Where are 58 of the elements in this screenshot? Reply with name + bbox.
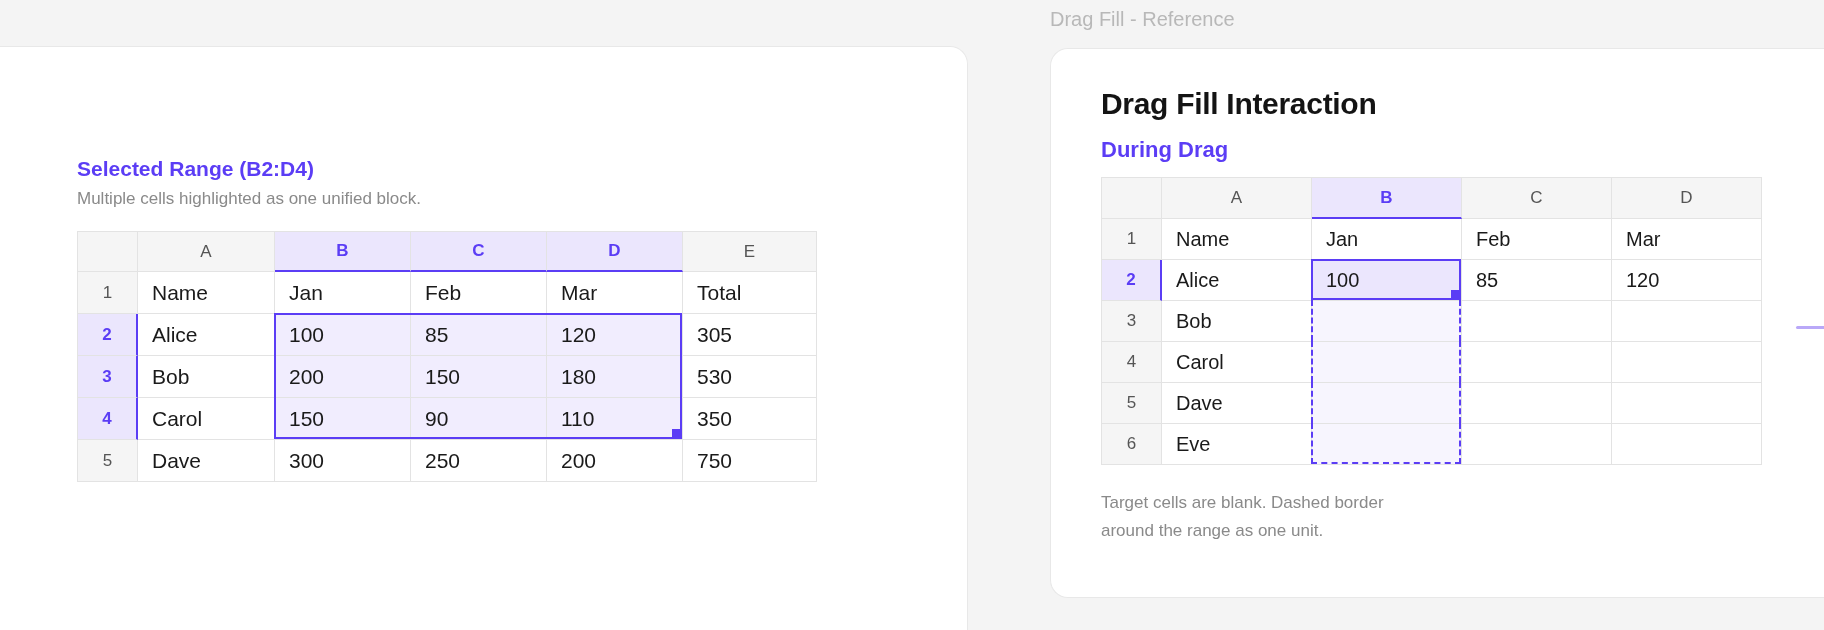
fill-handle[interactable] — [1451, 290, 1461, 300]
table-cell[interactable]: 85 — [411, 314, 547, 356]
row-header[interactable]: 1 — [1102, 219, 1162, 260]
table-cell[interactable]: Name — [138, 272, 275, 314]
row-header[interactable]: 5 — [1102, 383, 1162, 424]
column-header[interactable]: A — [138, 232, 275, 272]
caption-text: Target cells are blank. Dashed border around the range as one unit. — [1101, 492, 1385, 542]
table-cell[interactable]: 90 — [411, 398, 547, 440]
card-title: Drag Fill Interaction — [1101, 87, 1378, 121]
column-header[interactable]: B — [275, 232, 411, 272]
column-header[interactable]: E — [683, 232, 817, 272]
row-header[interactable]: 5 — [78, 440, 138, 482]
table-cell[interactable]: 750 — [683, 440, 817, 482]
fill-handle[interactable] — [672, 429, 682, 439]
table-cell[interactable]: Total — [683, 272, 817, 314]
section-title: Selected Range (B2:D4) — [77, 157, 315, 181]
column-header[interactable]: D — [1612, 178, 1762, 219]
table-cell[interactable]: 150 — [411, 356, 547, 398]
table-cell[interactable]: 120 — [1612, 260, 1762, 301]
table-cell[interactable]: 100 — [1312, 260, 1462, 301]
row-header[interactable]: 1 — [78, 272, 138, 314]
section-title: During Drag — [1101, 137, 1230, 163]
row-header[interactable]: 2 — [1102, 260, 1162, 301]
table-cell[interactable]: 350 — [683, 398, 817, 440]
table-cell[interactable]: 200 — [547, 440, 683, 482]
table-cell[interactable]: Name — [1162, 219, 1312, 260]
table-cell[interactable]: 180 — [547, 356, 683, 398]
frame-label: Drag Fill - Reference — [1050, 7, 1236, 32]
table-cell[interactable]: 85 — [1462, 260, 1612, 301]
table-cell[interactable]: Mar — [1612, 219, 1762, 260]
column-header[interactable]: C — [1462, 178, 1612, 219]
row-header[interactable]: 4 — [78, 398, 138, 440]
table-cell[interactable]: 300 — [275, 440, 411, 482]
row-header[interactable]: 6 — [1102, 424, 1162, 465]
section-description: Multiple cells highlighted as one unified block. — [77, 189, 422, 209]
row-header[interactable]: 3 — [1102, 301, 1162, 342]
table-cell[interactable]: 110 — [547, 398, 683, 440]
table-cell[interactable]: Dave — [138, 440, 275, 482]
table-cell[interactable]: 250 — [411, 440, 547, 482]
column-header[interactable]: C — [411, 232, 547, 272]
column-header[interactable]: B — [1312, 178, 1462, 219]
row-header[interactable]: 4 — [1102, 342, 1162, 383]
drag-line — [1796, 326, 1824, 329]
table-cell[interactable]: 150 — [275, 398, 411, 440]
table-cell[interactable]: 100 — [275, 314, 411, 356]
row-header[interactable]: 3 — [78, 356, 138, 398]
table-cell[interactable]: Feb — [1462, 219, 1612, 260]
table-cell[interactable]: 120 — [547, 314, 683, 356]
row-header[interactable]: 2 — [78, 314, 138, 356]
table-cell[interactable] — [1312, 342, 1462, 383]
column-header[interactable]: A — [1162, 178, 1312, 219]
table-cell[interactable] — [1312, 424, 1462, 465]
table-cell[interactable] — [1312, 301, 1462, 342]
table-cell[interactable]: 530 — [683, 356, 817, 398]
column-header[interactable]: D — [547, 232, 683, 272]
table-cell[interactable]: 200 — [275, 356, 411, 398]
table-cell[interactable]: 305 — [683, 314, 817, 356]
table-cell[interactable] — [1312, 383, 1462, 424]
